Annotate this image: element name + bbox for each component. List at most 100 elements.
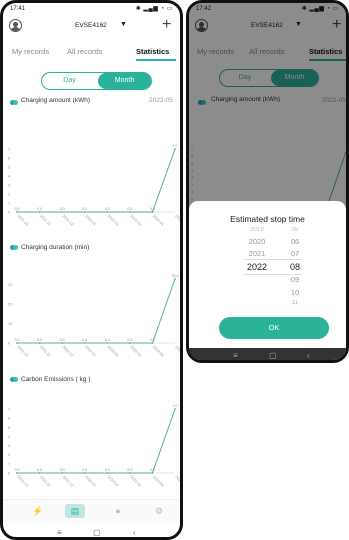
active-tab-indicator xyxy=(136,59,176,61)
record-tabs: My records All records Statistics xyxy=(3,44,180,61)
nav-records[interactable]: ▤ xyxy=(65,504,85,518)
statistics-screen: 17:41 ✱ ▂▄▆ ◔ ▭ EVSE4162 ▼ + My records … xyxy=(0,0,183,540)
date-label: 2022-05 xyxy=(149,97,173,104)
x-tick-label: 2022-03 xyxy=(129,345,142,358)
picker-year: 2021 xyxy=(248,249,266,258)
nav-notifications[interactable]: ● xyxy=(108,504,128,518)
chart-title: Charging amount (kWh) xyxy=(21,97,90,104)
chevron-down-icon[interactable]: ▼ xyxy=(120,21,127,28)
x-tick-label: 2021-12 xyxy=(61,475,74,488)
data-point xyxy=(128,342,131,344)
back-icon[interactable]: ‹ xyxy=(133,528,136,537)
settings-icon: ⚙ xyxy=(154,506,164,516)
y-tick-label: 1 xyxy=(8,461,11,466)
x-tick-label: 2022-05 xyxy=(174,214,180,227)
y-tick-label: 0 xyxy=(8,341,11,346)
back-icon[interactable]: ‹ xyxy=(307,351,310,360)
toggle-month[interactable]: Month xyxy=(98,73,151,89)
point-label: 7.0 xyxy=(173,144,178,148)
point-label: 0.0 xyxy=(127,207,132,211)
point-label: 0.0 xyxy=(15,207,20,211)
home-icon[interactable]: ▢ xyxy=(93,528,101,537)
point-label: 0.0 xyxy=(15,338,20,342)
device-selector-label[interactable]: EVSE4162 xyxy=(75,22,107,29)
picker-month: 10 xyxy=(290,288,300,297)
picker-month: 06 xyxy=(290,237,300,246)
app-header: EVSE4162 ▼ + xyxy=(3,16,180,38)
picker-selection-line xyxy=(244,274,302,275)
x-tick-label: 2021-10 xyxy=(16,475,29,488)
data-point xyxy=(16,211,18,213)
system-nav-bar: ≡ ▢ ‹ xyxy=(3,525,180,537)
tab-statistics[interactable]: Statistics xyxy=(136,47,169,56)
add-icon[interactable]: + xyxy=(162,16,171,34)
y-tick-label: 7 xyxy=(8,407,11,412)
legend-icon xyxy=(10,100,18,105)
data-point xyxy=(106,342,109,344)
x-tick-label: 2022-01 xyxy=(84,475,97,488)
tab-all-records[interactable]: All records xyxy=(67,47,102,56)
data-point xyxy=(83,342,86,344)
menu-icon[interactable]: ≡ xyxy=(57,528,62,537)
data-point xyxy=(83,211,86,213)
picker-year: 2019 xyxy=(250,227,264,233)
notification-icon: ● xyxy=(115,506,121,516)
month-picker[interactable]: 05 06 07 08 09 10 11 xyxy=(275,227,315,309)
chart-title: Charging duration (min) xyxy=(21,244,90,251)
data-point xyxy=(128,472,131,474)
series-line xyxy=(17,408,176,474)
y-tick-label: 6 xyxy=(8,156,11,161)
period-toggle: Day Month xyxy=(41,72,152,90)
chart-title: Carbon Emissions ( kg ) xyxy=(21,376,91,383)
chart-charging-amount: Charging amount (kWh) 2022-05 0 1 2 3 4 5 6 7 0.… xyxy=(7,95,180,227)
estimated-stop-time-sheet: Estimated stop time 2019 2020 2021 2022 … xyxy=(189,201,346,348)
picker-month: 11 xyxy=(291,300,299,306)
point-label: 0.0 xyxy=(127,468,132,472)
y-tick-label: 3 xyxy=(8,443,11,448)
picker-month: 05 xyxy=(291,227,299,233)
x-tick-label: 2022-03 xyxy=(129,475,142,488)
point-label: 0.0 xyxy=(60,468,65,472)
chart-carbon-emissions: Carbon Emissions ( kg ) 0 1 2 3 4 5 6 7 0.0 0.0 0.… xyxy=(7,371,180,501)
point-label: 0.0 xyxy=(60,338,65,342)
y-tick-label: 0 xyxy=(8,471,11,476)
x-tick-label: 2021-10 xyxy=(16,345,29,358)
x-tick-label: 2021-10 xyxy=(16,214,29,227)
y-tick-label: 5 xyxy=(8,425,11,430)
point-label: 0.0 xyxy=(82,207,87,211)
y-tick-label: 3 xyxy=(8,183,11,188)
menu-icon[interactable]: ≡ xyxy=(233,351,238,360)
avatar[interactable] xyxy=(9,19,22,32)
picker-month: 09 xyxy=(290,275,300,284)
picker-month: 07 xyxy=(290,249,300,258)
point-label: 7.0 xyxy=(173,404,178,408)
chart-svg: 0 1 2 3 4 5 6 7 0.0 0.0 0.0 0.0 0.0 0.0 0.0 7.0 2021-10 2… xyxy=(8,144,180,227)
x-tick-label: 2022-05 xyxy=(174,345,180,358)
picker-month-selected: 08 xyxy=(289,262,300,272)
toggle-day[interactable]: Day xyxy=(42,73,97,89)
data-point xyxy=(174,148,176,150)
chart-svg: 0 10 20 30 0.0 0.0 0.0 0.0 0.0 0.0 0.0 33.0 2021-10 2… xyxy=(8,274,180,358)
y-tick-label: 4 xyxy=(8,174,11,179)
x-tick-label: 2022-01 xyxy=(84,345,97,358)
charge-icon: ⚡ xyxy=(32,506,44,516)
point-label: 0.0 xyxy=(105,207,110,211)
data-point xyxy=(151,211,154,213)
x-tick-label: 2021-12 xyxy=(61,345,74,358)
year-picker[interactable]: 2019 2020 2021 2022 xyxy=(237,227,277,309)
legend-icon xyxy=(10,377,18,382)
y-tick-label: 4 xyxy=(8,434,11,439)
chart-svg: 0 1 2 3 4 5 6 7 0.0 0.0 0.0 0.0 0.0 0.0 0.0 7.0 2021-10 2… xyxy=(8,404,180,488)
y-tick-label: 5 xyxy=(8,165,11,170)
data-point xyxy=(128,211,131,213)
picker-selection-line xyxy=(244,259,302,260)
home-icon[interactable]: ▢ xyxy=(269,351,277,360)
x-tick-label: 2021-11 xyxy=(39,475,51,487)
ok-button[interactable]: OK xyxy=(219,317,329,339)
stop-time-picker-screen: 17:42 ✱ ▂▄▆ ◔ ▭ EVSE4162 ▼ + My records … xyxy=(186,0,349,363)
tab-my-records[interactable]: My records xyxy=(12,47,49,56)
point-label: 0.0 xyxy=(105,468,110,472)
nav-settings[interactable]: ⚙ xyxy=(149,504,169,518)
data-point xyxy=(106,472,109,474)
nav-charge[interactable]: ⚡ xyxy=(28,504,48,518)
